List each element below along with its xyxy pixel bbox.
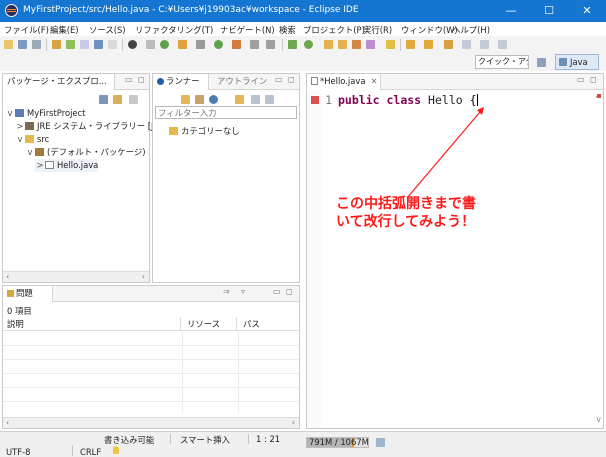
column-resource[interactable]: リソース xyxy=(183,317,237,331)
encoding-status: UTF-8 xyxy=(6,447,31,457)
cursor-position: 1 : 21 xyxy=(256,434,281,444)
status-separator xyxy=(72,446,73,456)
annotation-line-1: この中括弧開きまで書 xyxy=(336,196,476,212)
problems-tabbar: 問題 ⇒ ▿ ▭ ◻ xyxy=(3,286,299,302)
annotation-text: この中括弧開きまで書 いて改行してみよう！ xyxy=(336,195,536,231)
horizontal-scrollbar[interactable]: ‹ › xyxy=(3,417,299,428)
table-row xyxy=(3,359,299,360)
problems-table-header: 説明 リソース パス xyxy=(3,317,299,331)
table-row xyxy=(3,401,299,402)
garbage-collect-icon[interactable] xyxy=(376,438,385,447)
filter-icon[interactable]: ⇒ xyxy=(223,287,230,296)
column-description[interactable]: 説明 xyxy=(3,317,181,331)
column-divider xyxy=(182,331,183,413)
scroll-left-icon[interactable]: ‹ xyxy=(6,418,9,427)
maximize-icon[interactable]: ◻ xyxy=(286,287,293,296)
scroll-right-icon[interactable]: › xyxy=(292,418,295,427)
writable-status: 書き込み可能 xyxy=(104,435,155,445)
annotation-line-2: いて改行してみよう！ xyxy=(336,214,476,230)
lightbulb-icon[interactable] xyxy=(113,446,119,454)
status-separator xyxy=(170,434,171,444)
view-menu-icon[interactable]: ▿ xyxy=(241,287,245,296)
problems-summary: 0 項目 xyxy=(7,306,32,316)
heap-status[interactable]: 791M / 1067M xyxy=(306,437,369,448)
column-divider xyxy=(238,331,239,413)
table-row xyxy=(3,387,299,388)
problems-tab-label: 問題 xyxy=(16,288,33,298)
heap-label: 791M / 1067M xyxy=(309,437,369,447)
line-delimiter-status: CRLF xyxy=(80,447,102,457)
status-bar: 書き込み可能 スマート挿入 1 : 21 791M / 1067M UTF-8 … xyxy=(0,431,606,457)
column-path[interactable]: パス xyxy=(239,317,299,331)
table-row xyxy=(3,373,299,374)
tab-problems[interactable]: 問題 xyxy=(3,286,53,302)
status-separator xyxy=(248,434,249,444)
insert-mode-status[interactable]: スマート挿入 xyxy=(180,434,230,446)
problems-view: 問題 ⇒ ▿ ▭ ◻ 0 項目 説明 リソース パス ‹ › xyxy=(2,285,300,429)
minimize-icon[interactable]: ▭ xyxy=(273,287,281,296)
table-row xyxy=(3,345,299,346)
problems-icon xyxy=(7,290,14,297)
